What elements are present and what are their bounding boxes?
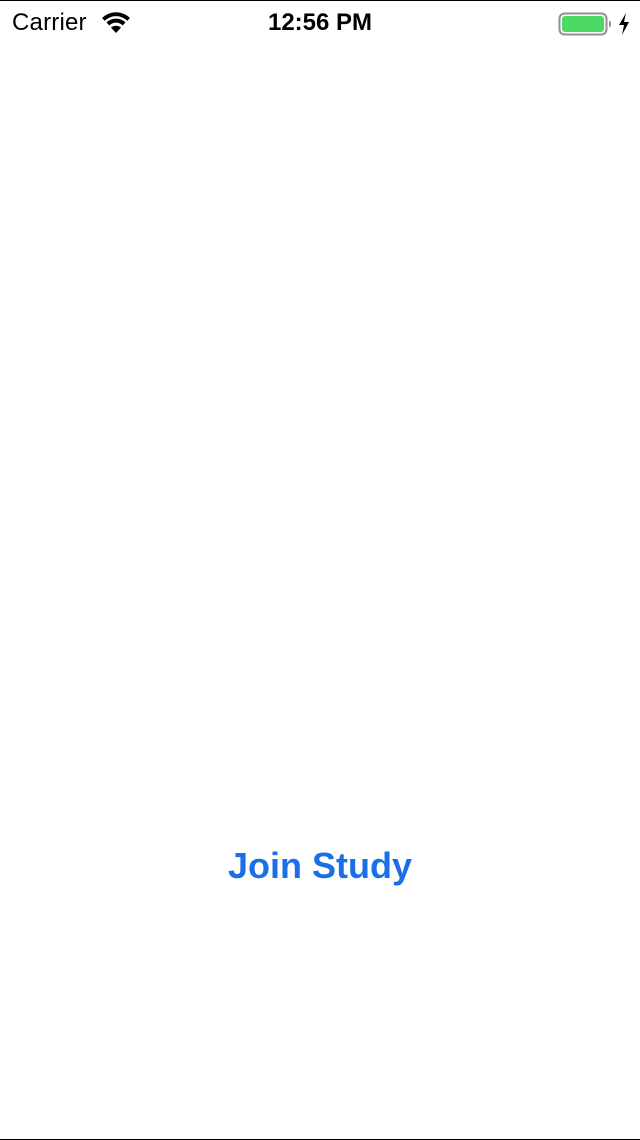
join-study-button[interactable]: Join Study: [170, 839, 470, 893]
status-bar: Carrier 12:56 PM: [0, 1, 640, 45]
app-screen: Carrier 12:56 PM Join Study: [0, 0, 640, 1140]
battery-icon: [558, 12, 612, 36]
status-time: 12:56 PM: [267, 9, 373, 36]
charging-bolt-icon: [619, 13, 629, 35]
